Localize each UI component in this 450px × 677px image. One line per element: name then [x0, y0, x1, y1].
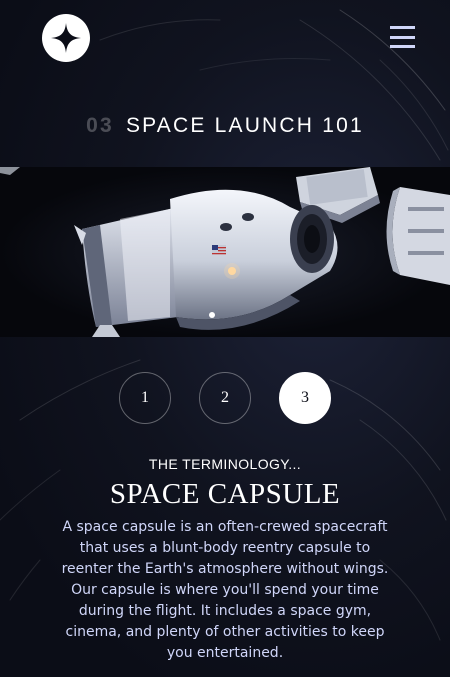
terminology-eyebrow: THE TERMINOLOGY...	[148, 456, 302, 472]
step-3-button[interactable]: 3	[279, 372, 331, 424]
terminology-description: A space capsule is an often-crewed space…	[61, 519, 389, 661]
step-2-button[interactable]: 2	[199, 372, 251, 424]
hamburger-line	[390, 26, 415, 29]
star-logo-glyph	[51, 23, 81, 53]
terminology-term: SPACE CAPSULE	[109, 478, 341, 510]
hamburger-line	[390, 35, 415, 39]
star-logo-icon[interactable]	[42, 14, 90, 62]
space-capsule-photo	[0, 167, 450, 337]
step-1-button[interactable]: 1	[119, 372, 171, 424]
section-number: 03	[86, 114, 114, 137]
site-header	[0, 0, 450, 80]
terminology-pagination: 1 2 3	[0, 372, 450, 426]
page-title: 03 SPACE LAUNCH 101	[0, 114, 450, 138]
section-title: SPACE LAUNCH 101	[125, 114, 364, 137]
hamburger-line	[390, 45, 415, 48]
hamburger-menu-icon[interactable]	[390, 26, 415, 48]
space-station-module	[386, 187, 450, 285]
